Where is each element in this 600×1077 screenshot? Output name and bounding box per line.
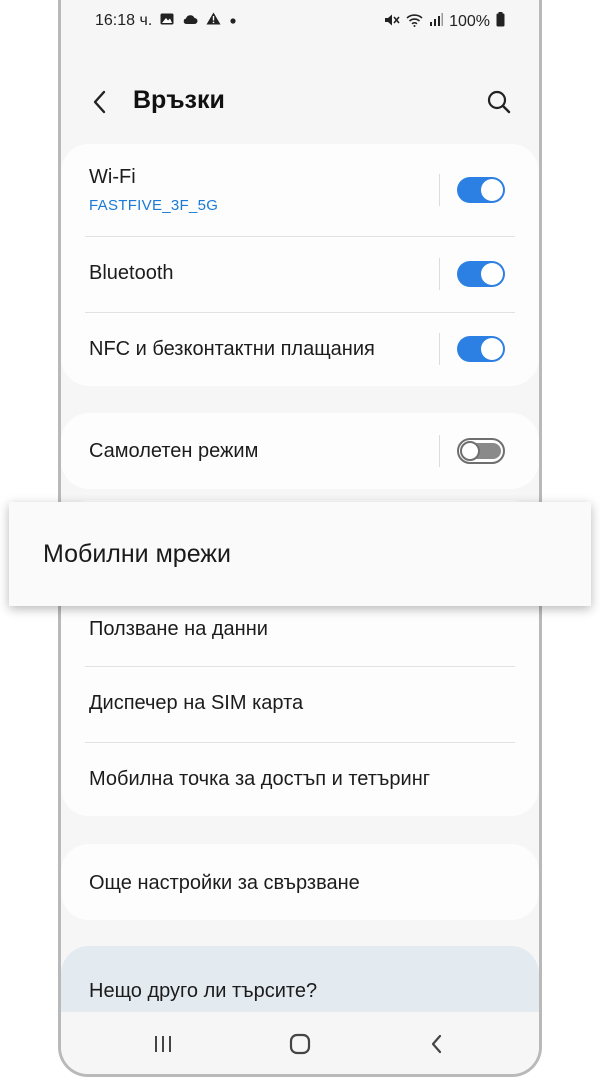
nfc-toggle[interactable] — [457, 336, 505, 362]
warning-icon — [206, 12, 221, 30]
dot-icon — [229, 12, 237, 30]
hotspot-row[interactable]: Мобилна точка за достъп и тетъринг — [61, 742, 539, 816]
hotspot-label: Мобилна точка за достъп и тетъринг — [89, 768, 431, 790]
search-icon — [487, 90, 511, 114]
gallery-icon — [160, 12, 174, 30]
bluetooth-row[interactable]: Bluetooth — [61, 236, 539, 312]
more-settings-label: Още настройки за свързване — [89, 872, 360, 894]
header: Връзки — [61, 70, 539, 134]
battery-icon — [496, 12, 505, 32]
status-bar: 16:18 ч. 100% — [61, 10, 539, 36]
bluetooth-label: Bluetooth — [89, 262, 174, 284]
wifi-toggle[interactable] — [457, 177, 505, 203]
signal-icon — [429, 13, 444, 31]
mobile-networks-label: Мобилни мрежи — [43, 540, 232, 568]
sim-manager-label: Диспечер на SIM карта — [89, 692, 304, 714]
navigation-bar — [61, 1012, 539, 1074]
search-button[interactable] — [485, 88, 513, 116]
separator — [439, 435, 440, 467]
data-usage-label: Ползване на данни — [89, 618, 268, 640]
nfc-label: NFC и безконтактни плащания — [89, 338, 375, 360]
looking-for-something-card[interactable]: Нещо друго ли търсите? — [61, 946, 539, 1016]
battery-percent: 100% — [449, 13, 490, 30]
back-arrow-icon — [93, 90, 106, 114]
more-settings-row[interactable]: Още настройки за свързване — [61, 844, 539, 920]
home-icon — [289, 1033, 311, 1055]
mobile-networks-row[interactable]: Мобилни мрежи — [9, 502, 591, 606]
recent-apps-button[interactable] — [149, 1030, 177, 1058]
separator — [439, 258, 440, 290]
wifi-row[interactable]: Wi-Fi FASTFIVE_3F_5G — [61, 144, 539, 236]
sim-manager-row[interactable]: Диспечер на SIM карта — [61, 666, 539, 742]
mute-icon — [384, 13, 400, 32]
airplane-toggle[interactable] — [457, 438, 505, 464]
cloud-icon — [182, 12, 198, 30]
separator — [439, 333, 440, 365]
airplane-row[interactable]: Самолетен режим — [61, 413, 539, 489]
back-nav-button[interactable] — [423, 1030, 451, 1058]
more-settings-card: Още настройки за свързване — [61, 844, 539, 920]
wifi-icon — [406, 13, 423, 32]
airplane-card: Самолетен режим — [61, 413, 539, 489]
page-title: Връзки — [133, 86, 225, 114]
home-button[interactable] — [286, 1030, 314, 1058]
recent-apps-icon — [155, 1036, 171, 1052]
data-usage-row[interactable]: Ползване на данни — [61, 596, 539, 666]
bluetooth-toggle[interactable] — [457, 261, 505, 287]
back-nav-icon — [431, 1034, 442, 1054]
status-time: 16:18 ч. — [95, 12, 153, 29]
nfc-row[interactable]: NFC и безконтактни плащания — [61, 312, 539, 386]
wifi-network-name: FASTFIVE_3F_5G — [89, 197, 219, 214]
separator — [439, 174, 440, 206]
airplane-label: Самолетен режим — [89, 440, 259, 462]
looking-for-something-label: Нещо друго ли търсите? — [89, 980, 318, 1002]
connections-card: Wi-Fi FASTFIVE_3F_5G Bluetooth NFC и без… — [61, 144, 539, 386]
back-button[interactable] — [87, 88, 115, 116]
wifi-label: Wi-Fi — [89, 166, 136, 188]
